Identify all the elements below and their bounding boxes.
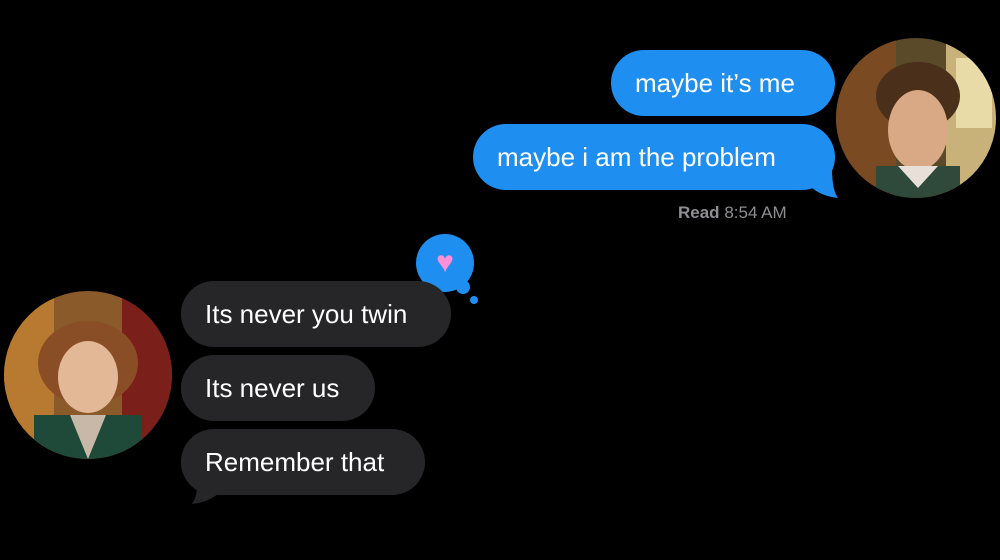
message-text: maybe i am the problem — [497, 142, 776, 172]
contact-avatar-sender[interactable] — [836, 38, 996, 198]
message-text: Its never us — [205, 373, 340, 403]
read-receipt: Read 8:54 AM — [678, 203, 787, 223]
avatar-photo — [4, 291, 172, 459]
heart-icon: ♥ — [436, 246, 454, 279]
sent-message-bubble[interactable]: maybe it’s me — [611, 50, 835, 116]
received-message-bubble[interactable]: Its never you twin — [181, 281, 451, 347]
tapback-dot — [470, 296, 478, 304]
received-bubble-tail — [192, 474, 220, 504]
message-text: Remember that — [205, 447, 385, 477]
message-text: Its never you twin — [205, 299, 408, 329]
read-time: 8:54 AM — [724, 203, 787, 222]
avatar-photo — [836, 38, 996, 198]
message-text: maybe it’s me — [635, 68, 795, 98]
tapback-dot — [456, 280, 470, 294]
read-status: Read — [678, 203, 720, 222]
sent-bubble-tail — [810, 168, 838, 198]
received-message-bubble[interactable]: Its never us — [181, 355, 375, 421]
contact-avatar-recipient[interactable] — [4, 291, 172, 459]
sent-message-bubble[interactable]: maybe i am the problem — [473, 124, 835, 190]
